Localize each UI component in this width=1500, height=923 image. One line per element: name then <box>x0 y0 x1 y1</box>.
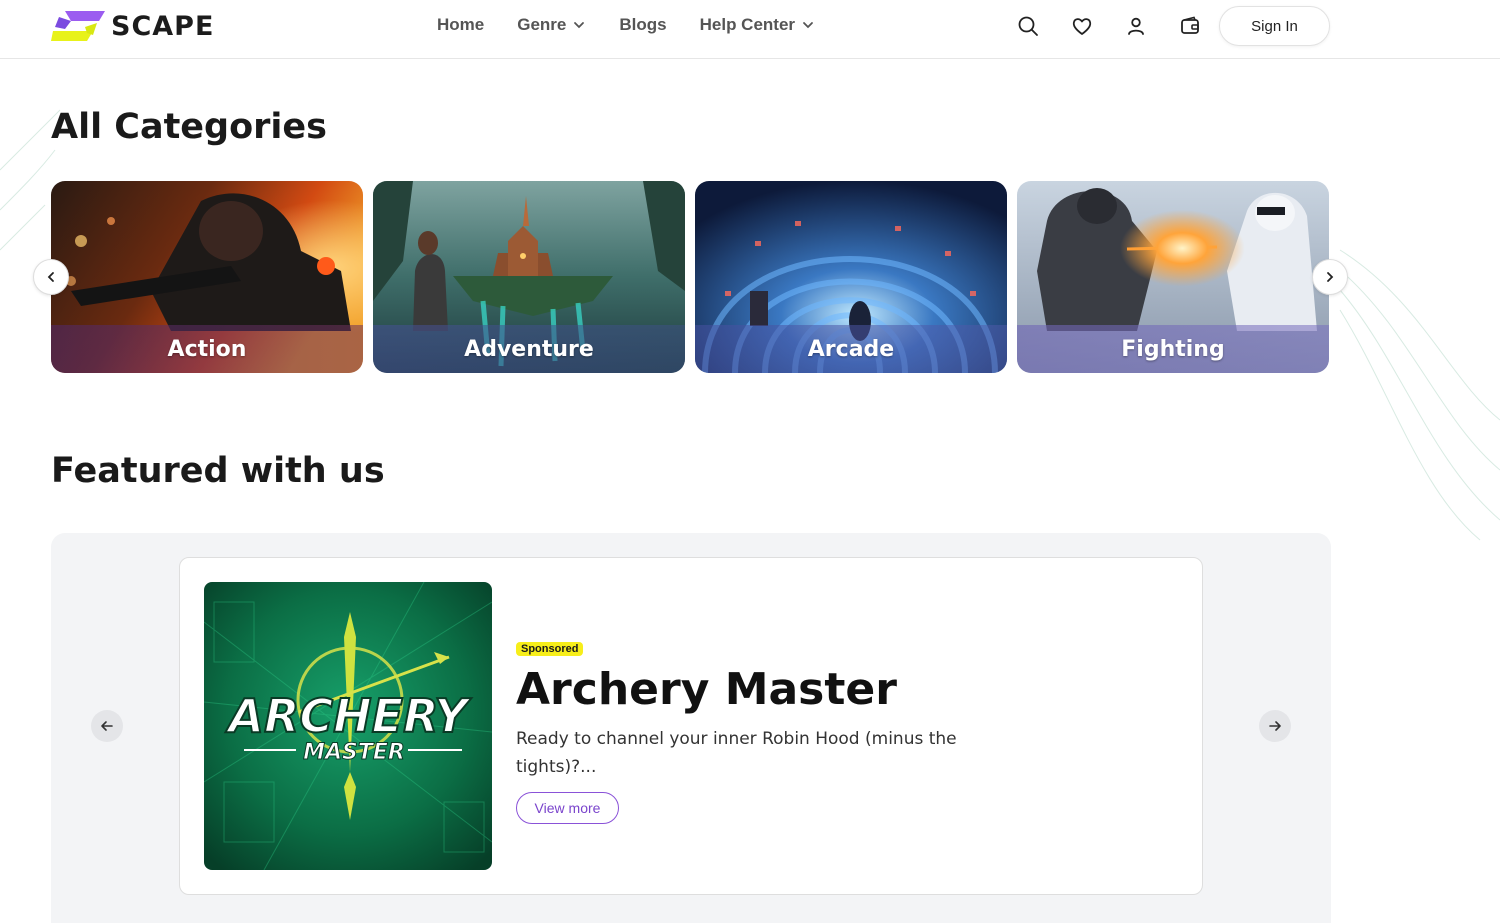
arrow-right-icon <box>1269 721 1281 731</box>
categories-next-button[interactable] <box>1312 259 1348 295</box>
featured-next-button[interactable] <box>1259 710 1291 742</box>
featured-title: Featured with us <box>51 451 385 491</box>
nav-home-label: Home <box>437 15 485 34</box>
category-label: Adventure <box>464 336 594 362</box>
category-label: Arcade <box>807 336 895 362</box>
main-nav: Home Genre Blogs Help Center <box>437 15 815 35</box>
logo-text: SCAPE <box>111 10 215 42</box>
nav-blogs-label: Blogs <box>619 15 667 34</box>
category-card-arcade[interactable]: Arcade <box>695 181 1007 373</box>
nav-home[interactable]: Home <box>437 15 484 35</box>
categories-prev-button[interactable] <box>33 259 69 295</box>
chevron-right-icon <box>1327 272 1334 282</box>
category-label: Fighting <box>1121 336 1225 362</box>
top-navbar: SCAPE Home Genre Blogs Help Center Sign … <box>0 0 1500 59</box>
view-more-button[interactable]: View more <box>516 792 619 824</box>
sponsored-badge: Sponsored <box>516 642 584 656</box>
heart-icon[interactable] <box>1070 14 1094 38</box>
chevron-left-icon <box>47 272 54 282</box>
category-card-adventure[interactable]: Adventure <box>373 181 685 373</box>
archery-master-image[interactable]: ARCHERY MASTER <box>204 582 492 870</box>
nav-help-center-label: Help Center <box>699 15 796 34</box>
header-icons <box>1016 14 1202 38</box>
category-label-bar: Adventure <box>373 325 685 373</box>
nav-genre-label: Genre <box>517 15 567 34</box>
arrow-left-icon <box>101 721 113 731</box>
site-logo[interactable]: SCAPE <box>51 9 214 43</box>
featured-game-title[interactable]: Archery Master <box>516 664 897 715</box>
user-icon[interactable] <box>1124 14 1148 38</box>
chevron-down-icon <box>803 22 813 29</box>
category-label-bar: Fighting <box>1017 325 1329 373</box>
archery-master-artwork: ARCHERY MASTER <box>204 582 492 870</box>
category-card-fighting[interactable]: Fighting <box>1017 181 1329 373</box>
featured-game-description: Ready to channel your inner Robin Hood (… <box>516 729 957 777</box>
category-label: Action <box>167 336 247 362</box>
category-label-bar: Arcade <box>695 325 1007 373</box>
image-title-line2: MASTER <box>303 740 405 765</box>
search-icon[interactable] <box>1016 14 1040 38</box>
featured-prev-button[interactable] <box>91 710 123 742</box>
categories-title: All Categories <box>51 107 327 147</box>
image-title-line1: ARCHERY <box>225 689 472 743</box>
nav-genre[interactable]: Genre <box>517 15 586 35</box>
logo-mark-icon <box>51 11 105 41</box>
category-label-bar: Action <box>51 325 363 373</box>
chevron-down-icon <box>574 22 585 29</box>
nav-help-center[interactable]: Help Center <box>700 15 815 35</box>
nav-blogs[interactable]: Blogs <box>619 15 666 35</box>
categories-carousel: Action Adventure Arcade Fighting <box>51 181 1329 373</box>
wallet-icon[interactable] <box>1178 14 1202 38</box>
category-card-action[interactable]: Action <box>51 181 363 373</box>
sign-in-button[interactable]: Sign In <box>1219 6 1330 46</box>
